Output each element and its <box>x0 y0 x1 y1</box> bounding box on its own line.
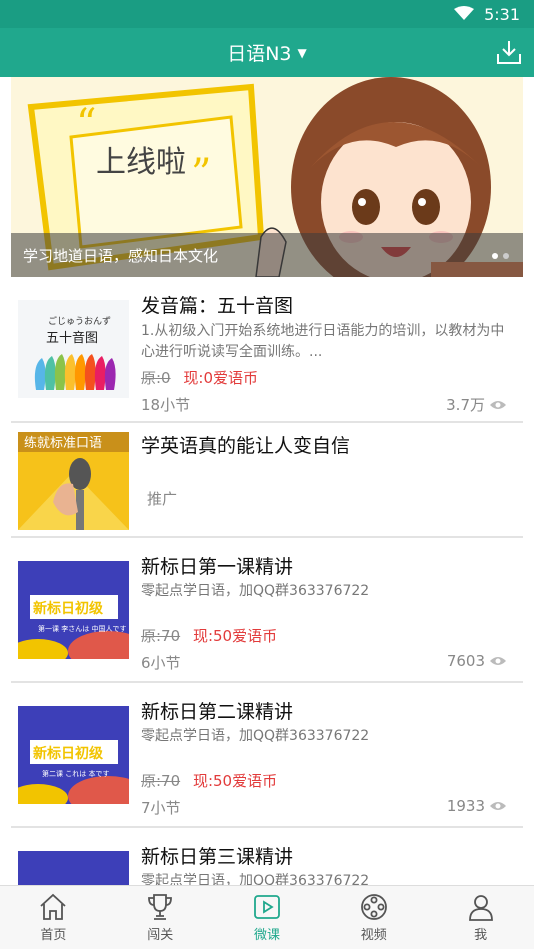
svg-text:新标日初级: 新标日初级 <box>33 600 104 617</box>
course-item[interactable]: 新标日初级 第一课 李さんは 中国人です 新标日第一课精讲 零起点学日语，加QQ… <box>11 538 523 683</box>
svg-text:第二课 これは 本です: 第二课 これは 本です <box>42 769 109 778</box>
promo-label: 推广 <box>147 490 178 508</box>
chevron-down-icon: ▼ <box>297 45 307 60</box>
lesson-count: 6小节 <box>141 654 181 672</box>
current-price: 现:50爱语币 <box>192 627 278 645</box>
tab-label: 我 <box>474 928 488 943</box>
promo-thumbnail: 练就标准口语 <box>18 432 129 530</box>
view-count: 7603 <box>447 652 507 670</box>
course-item[interactable]: 新标日初级 第二课 これは 本です 新标日第二课精讲 零起点学日语，加QQ群36… <box>11 683 523 828</box>
course-thumbnail <box>18 851 129 885</box>
course-title: 新标日第三课精讲 <box>141 846 294 868</box>
tab-label: 首页 <box>40 928 67 943</box>
svg-text:新标日初级: 新标日初级 <box>33 745 104 762</box>
carousel-dot <box>503 253 509 259</box>
tab-microcourse[interactable]: 微课 <box>214 886 321 949</box>
tab-home[interactable]: 首页 <box>0 886 107 949</box>
svg-text:“: “ <box>76 101 96 147</box>
view-count-value: 3.7万 <box>446 396 485 414</box>
home-icon <box>40 893 66 920</box>
course-title: 新标日第一课精讲 <box>141 556 294 578</box>
course-item[interactable]: ごじゅうおんず 五十音图 发音篇：五十音图 1.从初级入门开始系统地进行日语能力… <box>11 277 523 423</box>
tab-label: 视频 <box>360 928 387 943</box>
current-price: 现:0爱语币 <box>183 369 258 387</box>
view-count: 3.7万 <box>446 394 507 415</box>
play-icon <box>254 895 280 919</box>
course-price: 原:0 现:0爱语币 <box>141 367 258 388</box>
promo-banner[interactable]: “ ” 上线啦 学习地道日语，感知日本文化 <box>11 77 523 277</box>
tab-video[interactable]: 视频 <box>320 886 427 949</box>
svg-text:”: ” <box>191 151 211 197</box>
film-reel-icon <box>360 894 387 920</box>
lesson-count: 7小节 <box>141 799 181 817</box>
eye-icon <box>490 400 506 409</box>
course-title: 学英语真的能让人变自信 <box>141 435 351 457</box>
promo-thumb-text: 练就标准口语 <box>24 436 102 451</box>
status-time: 5:31 <box>484 4 520 24</box>
course-price: 原:70 现:50爱语币 <box>141 625 277 646</box>
original-price: 原:70 <box>141 627 181 645</box>
current-price: 现:50爱语币 <box>192 772 278 790</box>
view-count: 1933 <box>447 797 507 815</box>
course-title: 新标日第二课精讲 <box>141 701 294 723</box>
tab-label: 微课 <box>253 928 280 943</box>
trophy-icon <box>148 894 173 920</box>
course-description: 零起点学日语，加QQ群363376722 <box>141 728 370 744</box>
course-feed[interactable]: “ ” 上线啦 学习地道日语，感知日本文化 ごじゅうおんず 五十音图 发音篇：五… <box>0 77 534 885</box>
lesson-count: 18小节 <box>141 396 191 414</box>
header-title: 日语N3 <box>227 43 292 65</box>
course-description: 1.从初级入门开始系统地进行日语能力的培训，以教材为中心进行听说读写全面训练。.… <box>141 323 505 360</box>
tab-me[interactable]: 我 <box>427 886 534 949</box>
course-description: 零起点学日语，加QQ群363376722 <box>141 873 370 885</box>
status-bar: 5:31 <box>0 0 534 28</box>
eye-icon <box>490 802 506 810</box>
course-description: 零起点学日语，加QQ群363376722 <box>141 583 370 599</box>
carousel-dots <box>492 253 509 259</box>
view-count-value: 1933 <box>446 797 485 815</box>
svg-text:五十音图: 五十音图 <box>46 330 98 346</box>
course-item[interactable]: 新标日第三课精讲 零起点学日语，加QQ群363376722 <box>11 828 523 885</box>
tab-challenge[interactable]: 闯关 <box>107 886 214 949</box>
course-thumbnail: 新标日初级 第一课 李さんは 中国人です <box>18 561 129 659</box>
banner-slogan: 上线啦 <box>96 145 186 180</box>
view-count-value: 7603 <box>446 652 485 670</box>
original-price: 原:0 <box>141 369 171 387</box>
carousel-dot <box>492 253 498 259</box>
bottom-tab-bar: 首页 闯关 微课 视频 我 <box>0 885 534 949</box>
course-thumbnail: ごじゅうおんず 五十音图 <box>18 300 129 398</box>
tab-label: 闯关 <box>147 928 174 943</box>
course-title: 发音篇：五十音图 <box>141 295 294 317</box>
promo-item[interactable]: 练就标准口语 学英语真的能让人变自信 推广 <box>11 423 523 538</box>
course-thumbnail: 新标日初级 第二课 これは 本です <box>18 706 129 804</box>
svg-text:ごじゅうおんず: ごじゅうおんず <box>48 315 111 327</box>
svg-text:第一课 李さんは 中国人です: 第一课 李さんは 中国人です <box>38 624 126 633</box>
level-selector[interactable]: 日语N3 ▼ <box>227 39 307 66</box>
wifi-icon <box>454 5 475 24</box>
banner-caption: 学习地道日语，感知日本文化 <box>11 233 523 277</box>
download-icon[interactable] <box>496 39 522 65</box>
course-price: 原:70 现:50爱语币 <box>141 770 277 791</box>
person-icon <box>468 895 493 921</box>
app-header: 日语N3 ▼ <box>0 28 534 77</box>
eye-icon <box>490 657 506 665</box>
original-price: 原:70 <box>141 772 181 790</box>
